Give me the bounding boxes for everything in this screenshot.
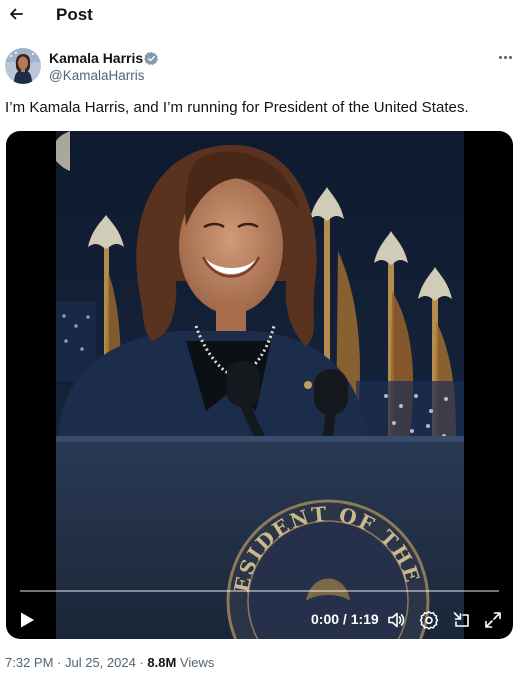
- tweet-text: I’m Kamala Harris, and I’m running for P…: [5, 99, 469, 116]
- author-handle[interactable]: @KamalaHarris: [49, 68, 144, 83]
- views-label: Views: [179, 655, 215, 670]
- volume-icon[interactable]: [386, 610, 406, 630]
- meta-separator: ·: [53, 655, 65, 670]
- fullscreen-icon[interactable]: [483, 610, 503, 630]
- play-icon[interactable]: [18, 611, 36, 629]
- post-date[interactable]: Jul 25, 2024: [65, 655, 136, 670]
- verified-badge-icon: [144, 52, 158, 66]
- views-count: 8.8M: [147, 655, 177, 670]
- video-time: 0:00 / 1:19: [311, 611, 379, 627]
- minimize-icon[interactable]: [452, 610, 472, 630]
- avatar[interactable]: [5, 48, 41, 84]
- post-meta: 7:32 PM · Jul 25, 2024 · 8.8M Views: [5, 655, 214, 670]
- settings-icon[interactable]: [419, 610, 439, 630]
- video-player[interactable]: ESIDENT OF THE UNITE 0:00 / 1:19: [6, 131, 513, 639]
- top-bar: Post: [0, 0, 525, 32]
- back-arrow-icon[interactable]: [6, 4, 26, 24]
- post-time[interactable]: 7:32 PM: [5, 655, 53, 670]
- meta-separator: ·: [135, 655, 148, 670]
- author-name[interactable]: Kamala Harris: [49, 50, 143, 66]
- page-title: Post: [56, 5, 93, 24]
- video-progress-bar[interactable]: [20, 590, 499, 592]
- video-frame: ESIDENT OF THE UNITE: [56, 131, 464, 639]
- more-icon[interactable]: [496, 50, 516, 64]
